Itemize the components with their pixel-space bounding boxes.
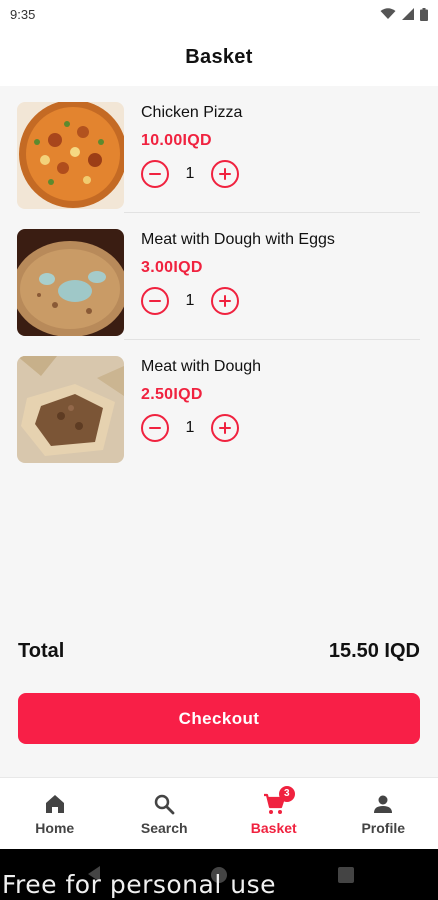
item-price: 10.00IQD xyxy=(141,132,212,149)
recents-icon[interactable] xyxy=(338,867,354,883)
status-bar: 9:35 xyxy=(0,0,438,28)
increase-quantity-button[interactable] xyxy=(211,160,239,188)
bottom-nav: Home Search 3 Basket Profile xyxy=(0,777,438,849)
quantity-stepper: 1 xyxy=(141,414,239,442)
wifi-icon xyxy=(380,8,396,19)
nav-basket-label: Basket xyxy=(250,819,297,836)
watermark-text: Free for personal use xyxy=(2,870,276,899)
quantity-stepper: 1 xyxy=(141,287,239,315)
home-icon xyxy=(43,792,67,816)
total-row: Total 15.50 IQD xyxy=(18,640,420,663)
nav-home[interactable]: Home xyxy=(0,778,110,849)
checkout-button[interactable]: Checkout xyxy=(18,693,420,744)
item-quantity: 1 xyxy=(185,165,195,182)
item-name: Meat with Dough with Eggs xyxy=(141,231,335,248)
person-icon xyxy=(371,792,395,816)
item-price: 3.00IQD xyxy=(141,259,203,276)
item-name: Chicken Pizza xyxy=(141,104,243,121)
basket-list: Chicken Pizza 10.00IQD 1 Meat with Dough… xyxy=(0,86,438,467)
increase-quantity-button[interactable] xyxy=(211,414,239,442)
nav-basket[interactable]: 3 Basket xyxy=(219,778,329,849)
cart-icon: 3 xyxy=(262,785,295,816)
quantity-stepper: 1 xyxy=(141,160,239,188)
nav-home-label: Home xyxy=(35,819,75,836)
nav-profile[interactable]: Profile xyxy=(329,778,438,849)
app-header: Basket xyxy=(0,28,438,86)
signal-icon xyxy=(402,8,414,20)
increase-quantity-button[interactable] xyxy=(211,287,239,315)
product-image-chicken-pizza xyxy=(17,102,124,209)
item-price: 2.50IQD xyxy=(141,386,203,403)
status-time: 9:35 xyxy=(10,6,36,22)
decrease-quantity-button[interactable] xyxy=(141,414,169,442)
product-image-meat-dough xyxy=(17,356,124,463)
basket-item[interactable]: Chicken Pizza 10.00IQD 1 xyxy=(0,86,438,213)
page-title: Basket xyxy=(185,45,253,68)
search-icon xyxy=(152,792,176,816)
nav-profile-label: Profile xyxy=(361,819,406,836)
basket-item[interactable]: Meat with Dough 2.50IQD 1 xyxy=(0,340,438,467)
item-quantity: 1 xyxy=(185,419,195,436)
nav-search[interactable]: Search xyxy=(110,778,220,849)
total-value: 15.50 IQD xyxy=(328,640,420,662)
status-icons xyxy=(380,7,428,21)
item-quantity: 1 xyxy=(185,292,195,309)
nav-search-label: Search xyxy=(140,819,188,836)
decrease-quantity-button[interactable] xyxy=(141,160,169,188)
decrease-quantity-button[interactable] xyxy=(141,287,169,315)
basket-item[interactable]: Meat with Dough with Eggs 3.00IQD 1 xyxy=(0,213,438,340)
battery-icon xyxy=(420,7,428,21)
item-name: Meat with Dough xyxy=(141,358,262,375)
cart-count-badge: 3 xyxy=(278,785,295,802)
total-label: Total xyxy=(18,640,65,662)
product-image-meat-dough-eggs xyxy=(17,229,124,336)
